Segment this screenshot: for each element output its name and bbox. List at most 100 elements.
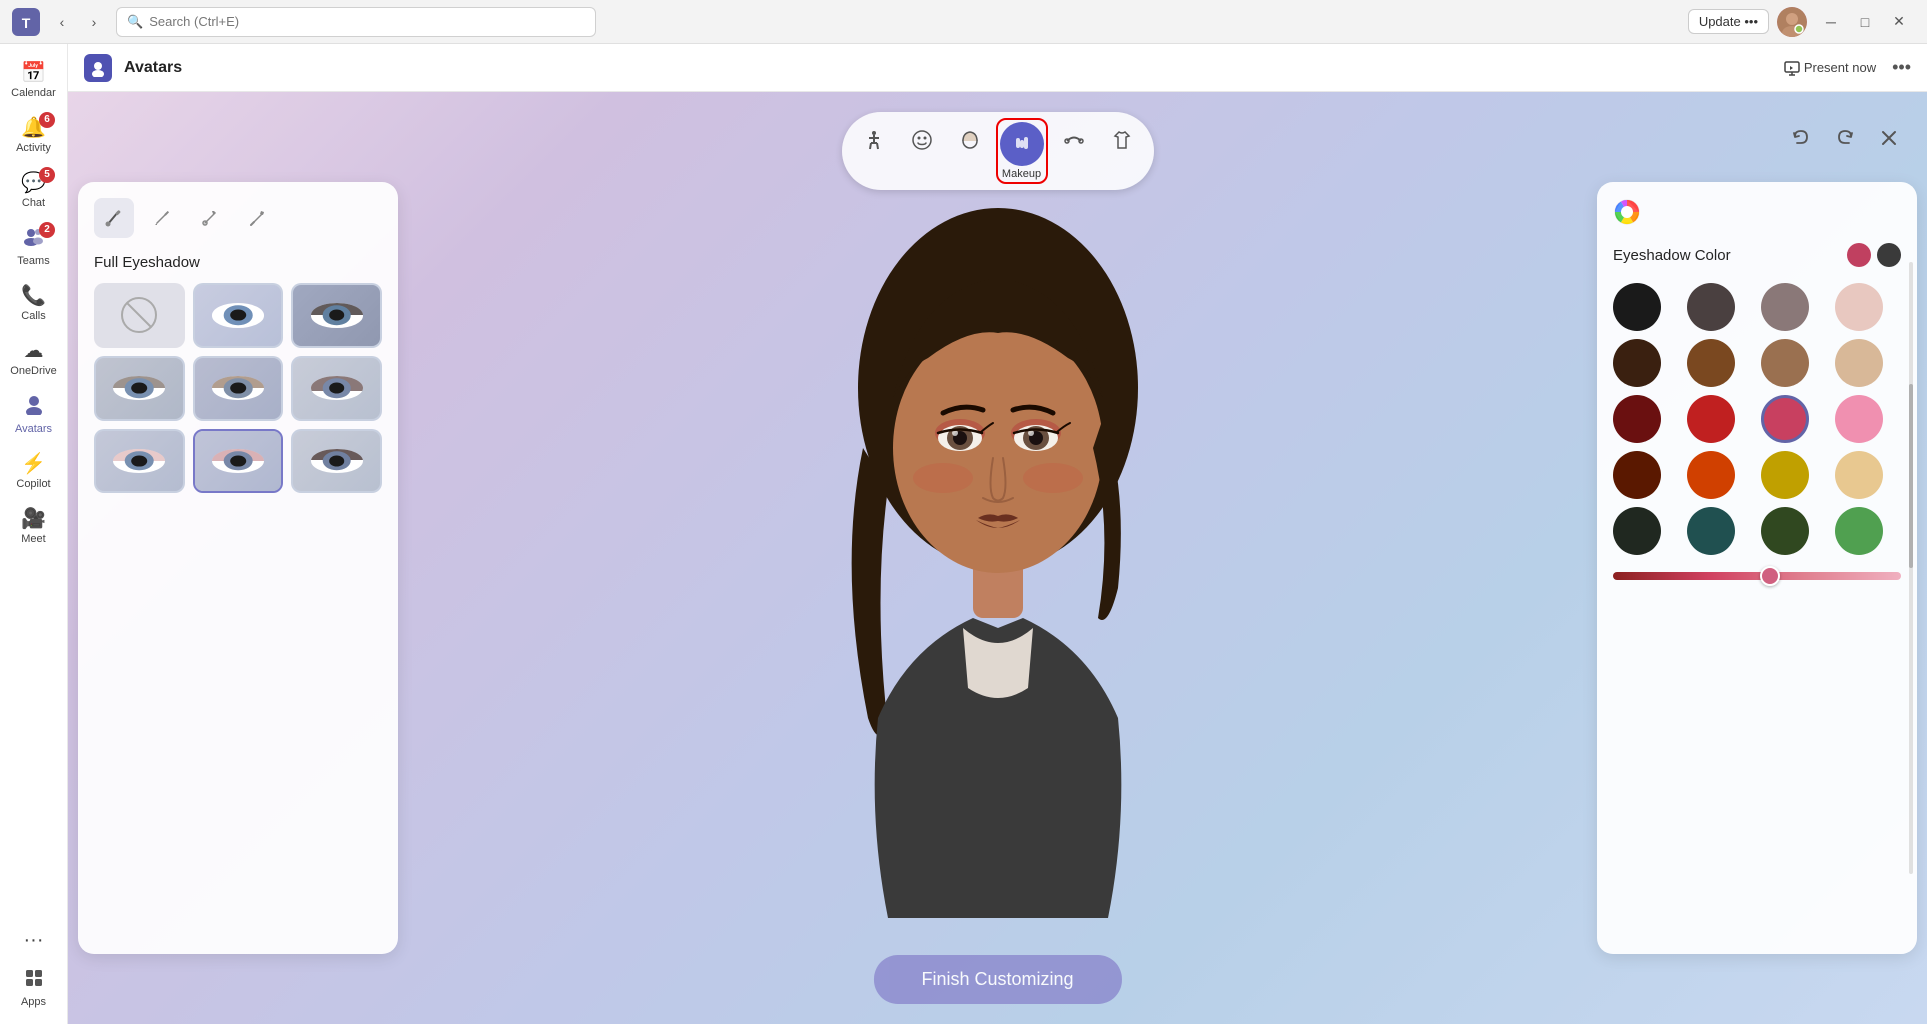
activity-badge: 6 xyxy=(39,112,55,128)
brush-tool-1[interactable] xyxy=(94,198,134,238)
titlebar-right: Update ••• ─ □ ✕ xyxy=(1688,7,1915,37)
color-intensity-slider[interactable] xyxy=(1613,572,1901,580)
brush-tools xyxy=(94,198,382,238)
color-swatch-tan[interactable] xyxy=(1761,339,1809,387)
more-icon: ··· xyxy=(24,929,44,952)
color-swatch-peach[interactable] xyxy=(1835,339,1883,387)
header-more-button[interactable]: ••• xyxy=(1892,57,1911,78)
color-swatch-cream[interactable] xyxy=(1835,451,1883,499)
color-swatch-darkgreen[interactable] xyxy=(1613,507,1661,555)
minimize-button[interactable]: ─ xyxy=(1815,8,1847,36)
user-avatar[interactable] xyxy=(1777,7,1807,37)
color-swatch-black[interactable] xyxy=(1613,283,1661,331)
sidebar-item-onedrive[interactable]: ☁ OneDrive xyxy=(0,330,67,385)
sidebar: 📅 Calendar 🔔 Activity 6 💬 Chat 5 Teams xyxy=(0,44,68,1024)
color-swatch-olive[interactable] xyxy=(1761,507,1809,555)
sidebar-item-calendar[interactable]: 📅 Calendar xyxy=(0,52,67,107)
redo-icon xyxy=(1835,128,1855,148)
teams-logo: T xyxy=(12,8,40,36)
sidebar-item-chat[interactable]: 💬 Chat 5 xyxy=(0,162,67,217)
search-bar[interactable]: 🔍 Search (Ctrl+E) xyxy=(116,7,596,37)
eye-style-none[interactable] xyxy=(94,283,185,348)
main-content: Avatars Present now ••• xyxy=(68,44,1927,1024)
color-swatch-gray[interactable] xyxy=(1761,283,1809,331)
titlebar: T ‹ › 🔍 Search (Ctrl+E) Update ••• ─ □ ✕ xyxy=(0,0,1927,44)
close-button[interactable]: ✕ xyxy=(1883,8,1915,36)
sidebar-label-avatars: Avatars xyxy=(15,423,52,435)
avatar-workspace: Makeup xyxy=(68,92,1927,1024)
sidebar-item-apps[interactable]: Apps xyxy=(0,960,67,1016)
close-editor-button[interactable] xyxy=(1871,120,1907,156)
eye-style-5[interactable] xyxy=(291,356,382,421)
color-swatch-lightpink2[interactable] xyxy=(1835,395,1883,443)
close-icon xyxy=(1880,129,1898,147)
search-placeholder: Search (Ctrl+E) xyxy=(149,14,239,29)
sidebar-label-meet: Meet xyxy=(21,533,45,545)
sidebar-label-copilot: Copilot xyxy=(16,478,50,490)
color-swatch-brown[interactable] xyxy=(1687,339,1735,387)
sidebar-item-avatars[interactable]: Avatars xyxy=(0,385,67,443)
eye-style-3[interactable] xyxy=(94,356,185,421)
brush-tool-4[interactable] xyxy=(238,198,278,238)
update-button[interactable]: Update ••• xyxy=(1688,9,1769,34)
maximize-button[interactable]: □ xyxy=(1849,8,1881,36)
calls-icon: 📞 xyxy=(21,283,46,308)
eye-style-8[interactable] xyxy=(291,429,382,494)
copilot-icon: ⚡ xyxy=(21,451,46,476)
color-swatch-green[interactable] xyxy=(1835,507,1883,555)
color-panel-header: Eyeshadow Color xyxy=(1613,243,1901,267)
eye-style-1[interactable] xyxy=(193,283,284,348)
color-swatch-red[interactable] xyxy=(1687,395,1735,443)
color-swatch-lightpink[interactable] xyxy=(1835,283,1883,331)
sidebar-item-calls[interactable]: 📞 Calls xyxy=(0,275,67,330)
chat-badge: 5 xyxy=(39,167,55,183)
sidebar-item-copilot[interactable]: ⚡ Copilot xyxy=(0,443,67,498)
brush4-icon xyxy=(248,208,268,228)
finish-customizing-button[interactable]: Finish Customizing xyxy=(873,955,1121,1004)
undo-button[interactable] xyxy=(1783,120,1819,156)
eye-style-grid xyxy=(94,283,382,493)
color-swatch-darkgray[interactable] xyxy=(1687,283,1735,331)
current-color-1[interactable] xyxy=(1847,243,1871,267)
eye-style-2[interactable] xyxy=(291,283,382,348)
sidebar-item-meet[interactable]: 🎥 Meet xyxy=(0,498,67,553)
eye-style-6[interactable] xyxy=(94,429,185,494)
back-button[interactable]: ‹ xyxy=(48,8,76,36)
forward-button[interactable]: › xyxy=(80,8,108,36)
sidebar-label-apps: Apps xyxy=(21,996,46,1008)
teams-badge: 2 xyxy=(39,222,55,238)
eye-style-4[interactable] xyxy=(193,356,284,421)
brush-tool-3[interactable] xyxy=(190,198,230,238)
brush1-icon xyxy=(104,208,124,228)
color-swatch-darkred[interactable] xyxy=(1613,395,1661,443)
sidebar-item-teams[interactable]: Teams 2 xyxy=(0,217,67,275)
nav-buttons: ‹ › xyxy=(48,8,108,36)
app-container: 📅 Calendar 🔔 Activity 6 💬 Chat 5 Teams xyxy=(0,44,1927,1024)
color-swatch-orange[interactable] xyxy=(1687,451,1735,499)
sidebar-label-activity: Activity xyxy=(16,142,51,154)
scrollbar-thumb[interactable] xyxy=(1909,384,1913,568)
undo-icon xyxy=(1791,128,1811,148)
sidebar-item-more[interactable]: ··· xyxy=(0,921,67,960)
search-icon: 🔍 xyxy=(127,14,143,30)
sidebar-label-calendar: Calendar xyxy=(11,87,56,99)
sidebar-label-teams: Teams xyxy=(17,255,49,267)
current-color-2[interactable] xyxy=(1877,243,1901,267)
redo-button[interactable] xyxy=(1827,120,1863,156)
color-swatch-selected-pink[interactable] xyxy=(1761,395,1809,443)
color-swatch-yellow[interactable] xyxy=(1761,451,1809,499)
eye-style-7[interactable] xyxy=(193,429,284,494)
avatar-svg xyxy=(788,168,1208,948)
brush-tool-2[interactable] xyxy=(142,198,182,238)
right-panel: Eyeshadow Color xyxy=(1597,182,1917,954)
app-title: Avatars xyxy=(124,59,182,77)
color-swatch-darkorange[interactable] xyxy=(1613,451,1661,499)
scrollbar-track xyxy=(1909,262,1913,874)
color-swatch-darkbrown[interactable] xyxy=(1613,339,1661,387)
present-now-button[interactable]: Present now xyxy=(1776,56,1884,80)
sidebar-label-chat: Chat xyxy=(22,197,45,209)
color-swatch-teal[interactable] xyxy=(1687,507,1735,555)
sidebar-item-activity[interactable]: 🔔 Activity 6 xyxy=(0,107,67,162)
sidebar-label-onedrive: OneDrive xyxy=(10,365,56,377)
present-icon xyxy=(1784,60,1800,76)
